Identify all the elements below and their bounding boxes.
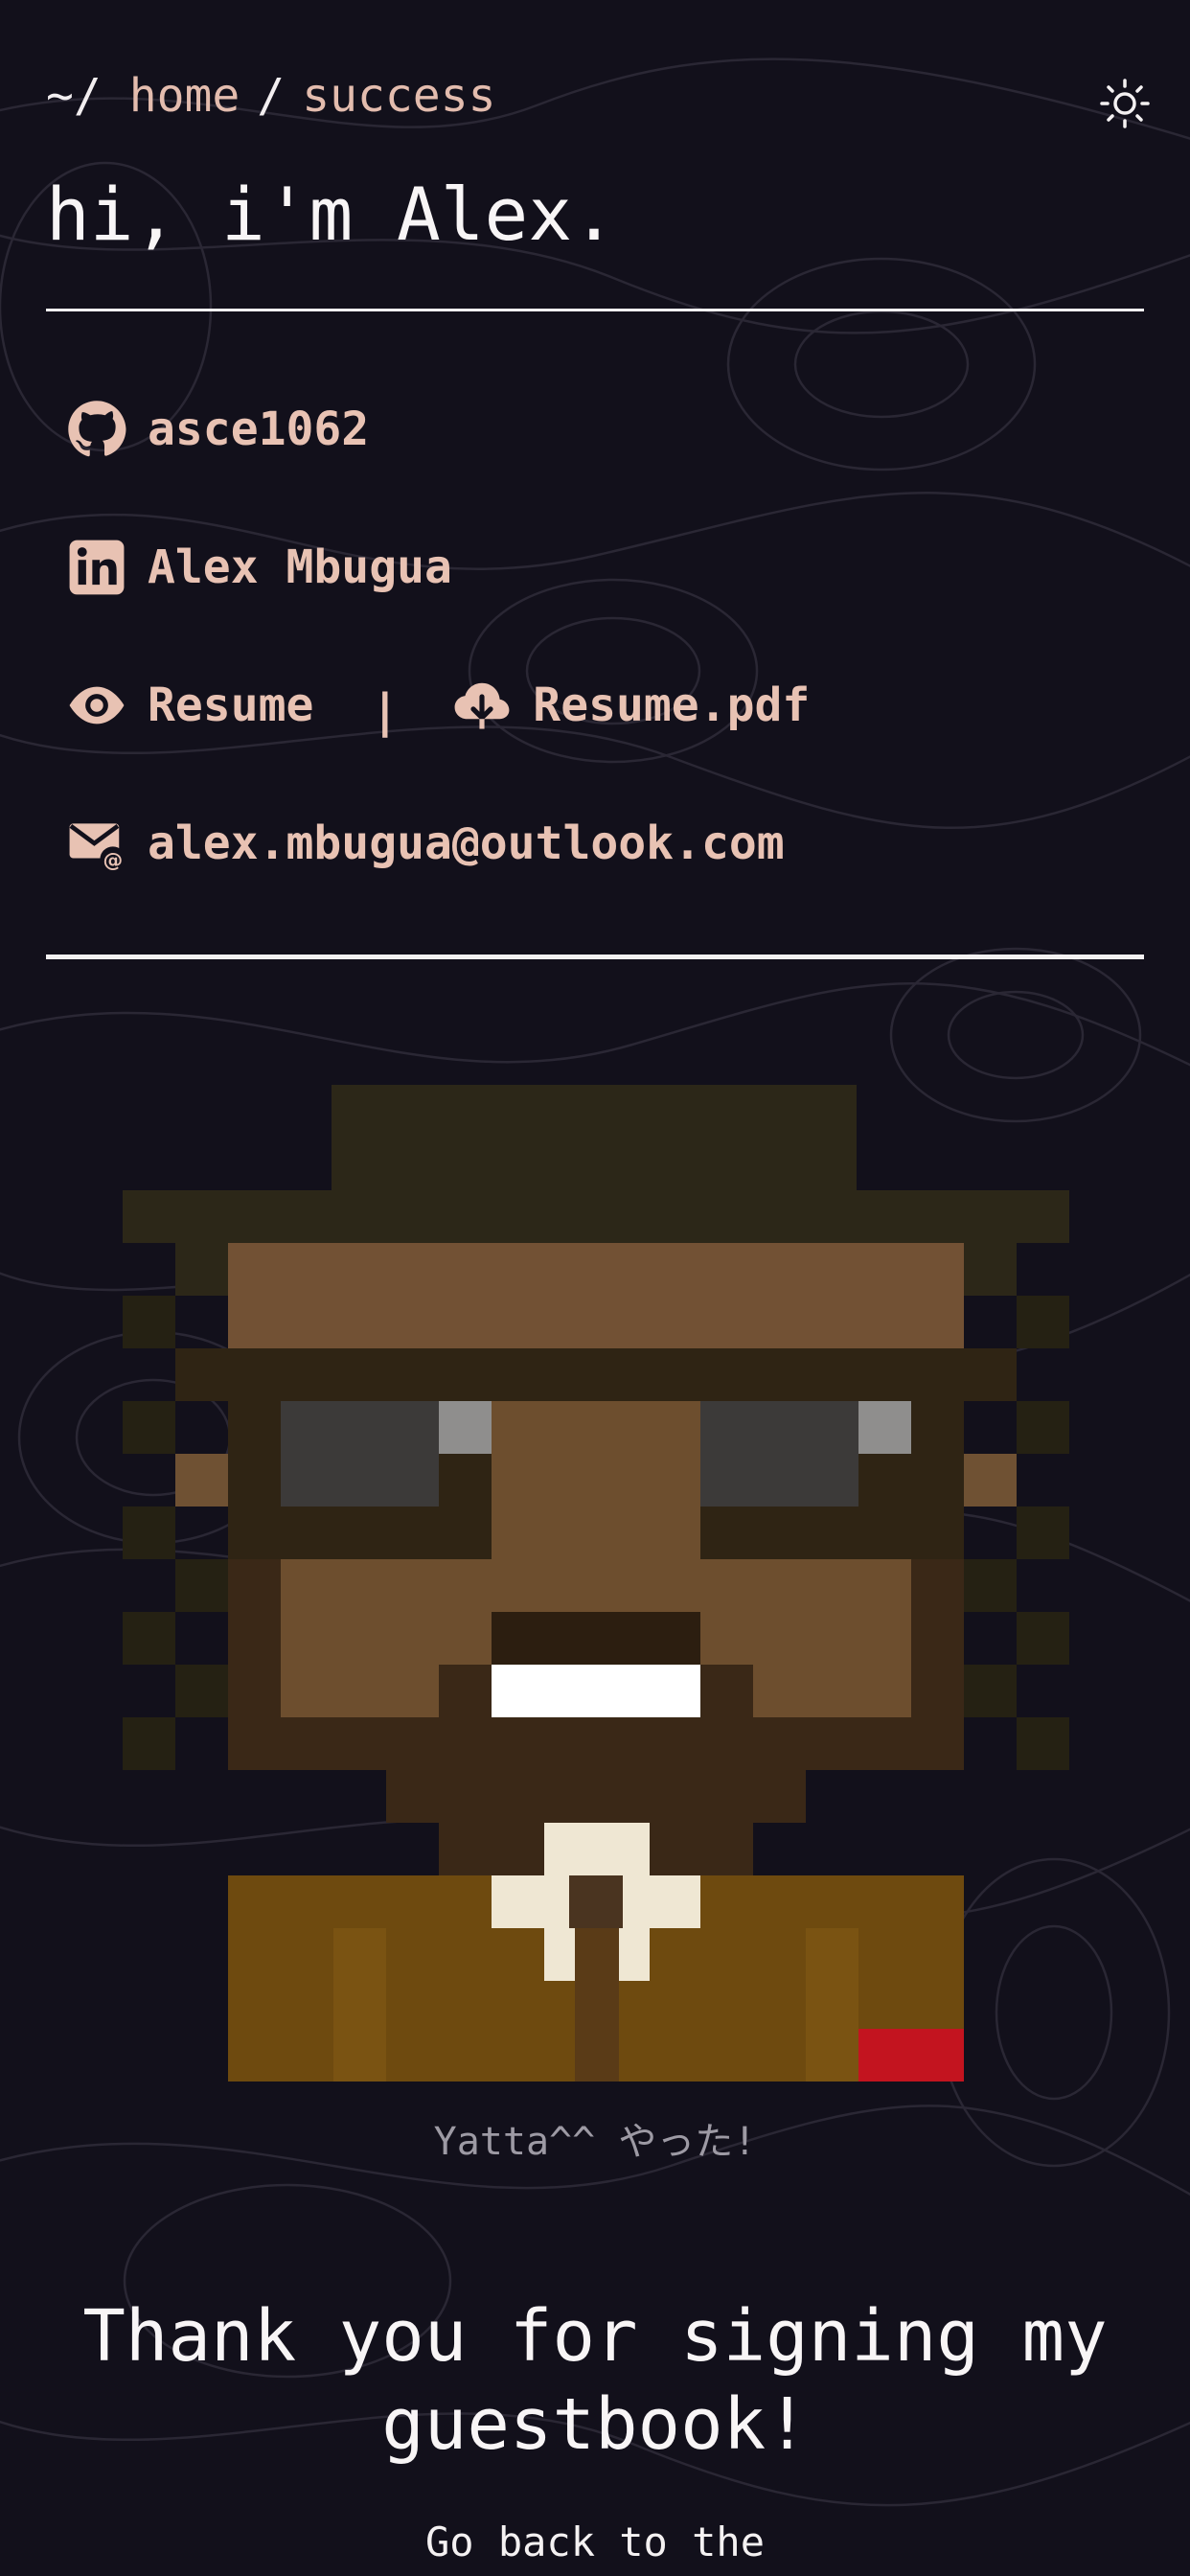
resume-view-link[interactable]: Resume: [148, 678, 313, 732]
avatar-caption: Yatta^^ やった!: [433, 2120, 757, 2164]
avatar: [123, 1085, 1069, 2082]
eye-icon: [69, 686, 125, 724]
resume-links: Resume | Resume.pdf: [67, 671, 810, 740]
github-link[interactable]: asce1062: [67, 395, 369, 464]
github-username[interactable]: asce1062: [148, 402, 369, 456]
resume-download-link[interactable]: Resume.pdf: [533, 678, 810, 732]
linkedin-name[interactable]: Alex Mbugua: [148, 540, 452, 594]
breadcrumb-home-link[interactable]: home: [129, 69, 240, 123]
email-address[interactable]: alex.mbugua@outlook.com: [148, 816, 785, 870]
theme-toggle-button[interactable]: [1100, 79, 1150, 128]
linkedin-link[interactable]: Alex Mbugua: [67, 533, 452, 602]
cloud-download-icon: [454, 682, 510, 729]
breadcrumb: ~/ home / success: [46, 69, 496, 123]
thank-you-message: Thank you for signing my guestbook!: [82, 2295, 1108, 2466]
section-divider: [46, 954, 1144, 959]
linkedin-icon: [69, 540, 125, 595]
email-at-icon: @: [69, 823, 126, 873]
resume-divider: |: [371, 684, 400, 738]
header-divider: [46, 309, 1144, 311]
sun-icon: [1100, 79, 1150, 128]
page-title: hi, i'm Alex.: [46, 172, 616, 257]
go-back-text: Go back to the: [424, 2518, 765, 2565]
github-icon: [68, 401, 126, 457]
breadcrumb-separator: /: [257, 69, 286, 123]
svg-text:@: @: [103, 848, 123, 871]
pixel-art-avatar: [123, 1085, 1069, 2082]
email-link[interactable]: @ alex.mbugua@outlook.com: [67, 809, 785, 878]
breadcrumb-root: ~/: [46, 69, 102, 123]
breadcrumb-current: success: [302, 69, 496, 123]
